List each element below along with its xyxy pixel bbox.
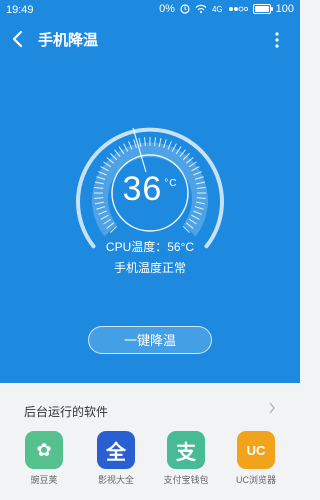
- header-panel: 19:49 0% 4G 100 手机降温 36 °C CPU温度：56°C 手机…: [0, 0, 300, 383]
- one-key-cool-button[interactable]: 一键降温: [88, 326, 212, 354]
- status-time: 19:49: [6, 4, 34, 16]
- cpu-temperature: CPU温度：56°C: [105, 240, 195, 254]
- background-apps-title: 后台运行的软件: [24, 405, 109, 419]
- chevron-right-icon[interactable]: [268, 402, 276, 414]
- battery-icon: [252, 4, 273, 14]
- app-bar: 手机降温: [0, 24, 300, 56]
- signal-icon: [228, 6, 248, 12]
- uc-icon: UC: [237, 431, 275, 469]
- temperature-status: 手机温度正常: [113, 261, 186, 275]
- app-list: ✿ 豌豆荚 全 影视大全 支 支付宝钱包 UC UC浏览器: [0, 431, 300, 491]
- app-label: 豌豆荚: [30, 475, 58, 485]
- data-speed: 0%: [159, 3, 175, 15]
- alarm-icon: [180, 4, 190, 14]
- app-label: 支付宝钱包: [163, 475, 209, 485]
- app-item-video[interactable]: 全 影视大全: [86, 431, 146, 491]
- wifi-icon: [195, 4, 207, 14]
- app-label: 影视大全: [97, 475, 134, 485]
- app-item-uc[interactable]: UC UC浏览器: [226, 431, 286, 491]
- alipay-icon: 支: [167, 431, 205, 469]
- status-bar: 19:49 0% 4G 100: [0, 0, 300, 22]
- temperature-value: 36: [122, 170, 163, 208]
- video-icon: 全: [97, 431, 135, 469]
- more-options-icon[interactable]: [274, 31, 280, 49]
- page-title: 手机降温: [38, 32, 99, 49]
- status-icons: 0% 4G 100: [159, 3, 294, 15]
- wandoujia-icon: ✿: [25, 431, 63, 469]
- network-type: 4G: [211, 4, 223, 14]
- app-label: UC浏览器: [236, 475, 276, 485]
- temperature-unit: °C: [164, 178, 178, 189]
- app-item-alipay[interactable]: 支 支付宝钱包: [156, 431, 216, 491]
- back-icon[interactable]: [10, 30, 26, 48]
- app-item-wandoujia[interactable]: ✿ 豌豆荚: [14, 431, 74, 491]
- temperature-display: 36 °C: [0, 170, 300, 209]
- background-apps-panel: 后台运行的软件 ✿ 豌豆荚 全 影视大全 支 支付宝钱包 UC UC浏览器: [0, 383, 300, 500]
- battery-level: 100: [275, 3, 294, 15]
